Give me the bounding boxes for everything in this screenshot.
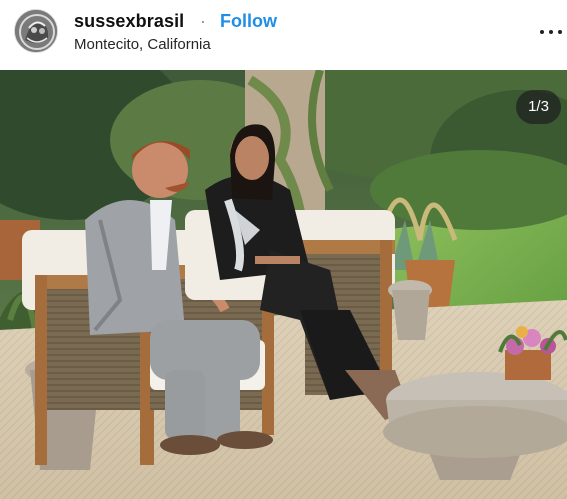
location-link[interactable]: Montecito, California [74, 36, 211, 53]
post-header: sussexbrasil · Follow Montecito, Califor… [0, 0, 567, 70]
post-photo[interactable]: 1/3 [0, 70, 567, 499]
username[interactable]: sussexbrasil [74, 11, 184, 32]
avatar-image [15, 10, 57, 52]
carousel-counter: 1/3 [516, 90, 561, 124]
separator-dot: · [200, 11, 206, 31]
avatar[interactable] [14, 9, 58, 53]
interview-scene-image [0, 70, 567, 499]
follow-button[interactable]: Follow [220, 11, 277, 32]
more-options-icon[interactable] [540, 22, 564, 42]
